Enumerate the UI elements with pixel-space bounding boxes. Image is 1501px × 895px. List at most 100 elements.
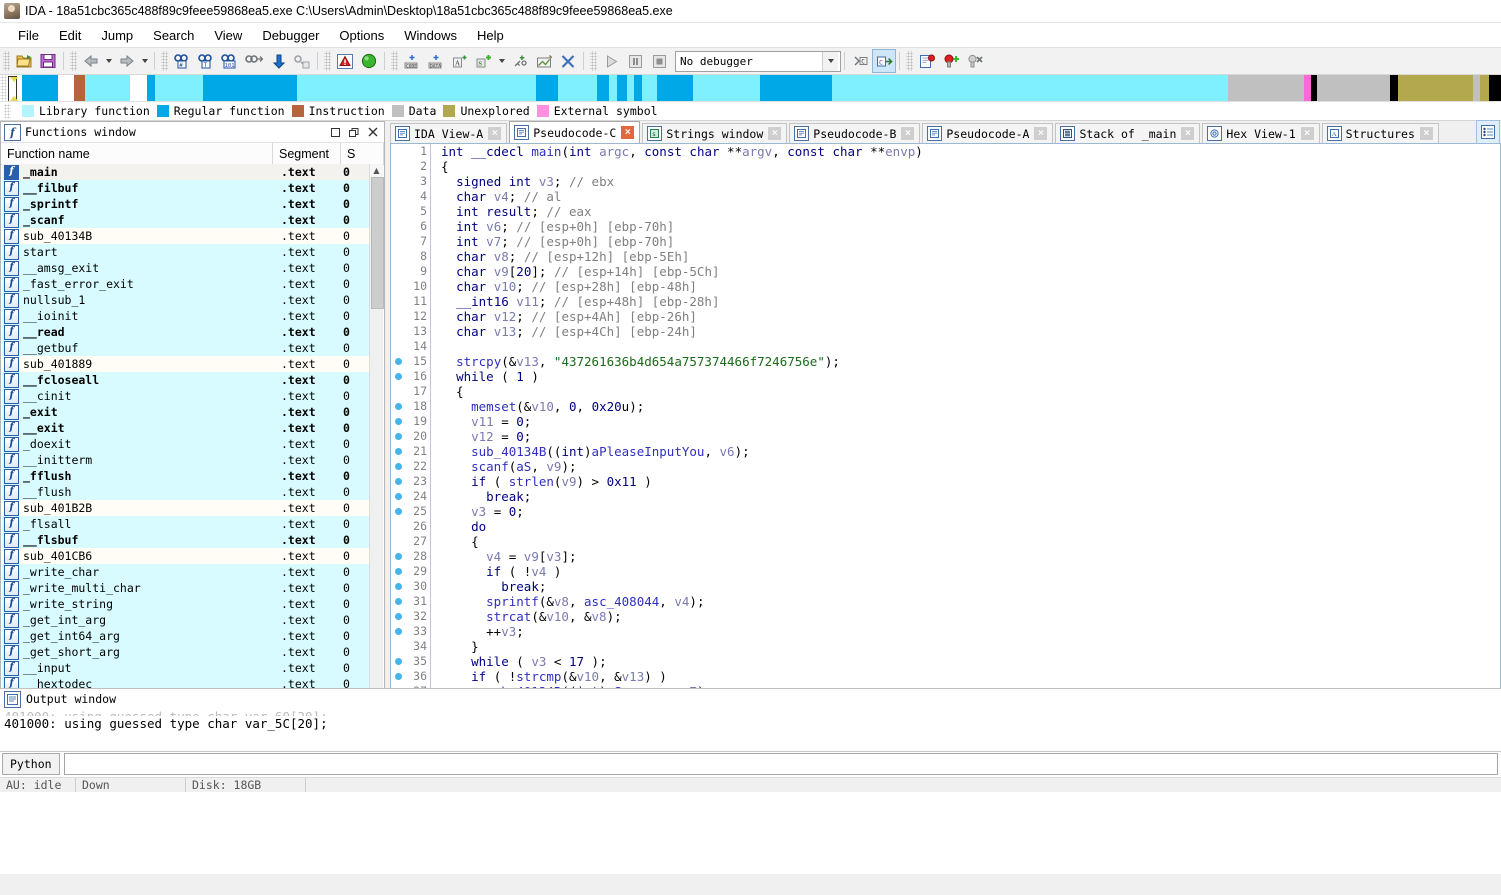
- pseudocode-line[interactable]: 33 ++v3;: [391, 624, 1500, 639]
- function-list-row[interactable]: fstart.text0: [2, 244, 370, 260]
- breakpoint-marker-icon[interactable]: [391, 568, 405, 575]
- breakpoint-marker-icon[interactable]: [391, 508, 405, 515]
- float-icon[interactable]: [346, 124, 362, 140]
- function-list-row[interactable]: f_fflush.text0: [2, 468, 370, 484]
- function-list-row[interactable]: f_get_short_arg.text0: [2, 644, 370, 660]
- function-list-row[interactable]: f__initterm.text0: [2, 452, 370, 468]
- navband-segment[interactable]: [657, 75, 693, 101]
- pseudocode-text[interactable]: 1int __cdecl main(int argc, const char *…: [391, 144, 1500, 780]
- function-list-row[interactable]: fsub_401B2B.text0: [2, 500, 370, 516]
- navband-segment[interactable]: [1489, 75, 1501, 101]
- navband-segment[interactable]: [597, 75, 609, 101]
- search-text-icon[interactable]: T: [195, 50, 217, 72]
- warning-icon[interactable]: [334, 50, 356, 72]
- navband-segment[interactable]: [536, 75, 558, 101]
- function-list-row[interactable]: f_get_int64_arg.text0: [2, 628, 370, 644]
- tab-list-icon[interactable]: [1477, 121, 1499, 143]
- step-over-icon[interactable]: C: [873, 50, 895, 72]
- make-struct-icon[interactable]: S: [473, 50, 495, 72]
- toolbar-grip[interactable]: [590, 51, 597, 71]
- tab-pseudocode-b[interactable]: Pseudocode-B×: [789, 123, 920, 143]
- breakpoint-marker-icon[interactable]: [391, 613, 405, 620]
- make-array-icon[interactable]: [509, 50, 531, 72]
- navband-segment[interactable]: [1390, 75, 1397, 101]
- step-into-icon[interactable]: C: [849, 50, 871, 72]
- make-function-icon[interactable]: [533, 50, 555, 72]
- delete-breakpoint-icon[interactable]: [964, 50, 986, 72]
- toolbar-grip[interactable]: [391, 51, 398, 71]
- function-list-row[interactable]: f_write_char.text0: [2, 564, 370, 580]
- navband-segment[interactable]: [203, 75, 297, 101]
- function-list-row[interactable]: fsub_40134B.text0: [2, 228, 370, 244]
- navband-segment[interactable]: [297, 75, 536, 101]
- breakpoint-marker-icon[interactable]: [391, 493, 405, 500]
- breakpoint-marker-icon[interactable]: [391, 403, 405, 410]
- function-list-row[interactable]: fnullsub_1.text0: [2, 292, 370, 308]
- tab-stack-of-main[interactable]: Stack of _main×: [1055, 123, 1200, 143]
- tab-strings-window[interactable]: sStrings window×: [642, 123, 787, 143]
- column-header-function-name[interactable]: Function name: [1, 143, 273, 164]
- make-struct-dropdown-icon[interactable]: [499, 59, 505, 63]
- navband-strip[interactable]: [7, 75, 1501, 101]
- column-header-segment[interactable]: Segment: [273, 143, 341, 164]
- navband-segment[interactable]: [1398, 75, 1473, 101]
- binary-search-icon[interactable]: [243, 50, 265, 72]
- pseudocode-line[interactable]: 26 do: [391, 519, 1500, 534]
- function-list-row[interactable]: f__input.text0: [2, 660, 370, 676]
- close-icon[interactable]: [365, 124, 381, 140]
- pseudocode-line[interactable]: 6 int v6; // [esp+0h] [ebp-70h]: [391, 219, 1500, 234]
- pseudocode-line[interactable]: 20 v12 = 0;: [391, 429, 1500, 444]
- pseudocode-line[interactable]: 19 v11 = 0;: [391, 414, 1500, 429]
- menu-item-options[interactable]: Options: [329, 26, 394, 45]
- make-code-icon[interactable]: CODE: [401, 50, 423, 72]
- function-list-row[interactable]: f__ioinit.text0: [2, 308, 370, 324]
- function-list-row[interactable]: f__fcloseall.text0: [2, 372, 370, 388]
- breakpoint-marker-icon[interactable]: [391, 358, 405, 365]
- breakpoint-marker-icon[interactable]: [391, 553, 405, 560]
- tab-pseudocode-a[interactable]: Pseudocode-A×: [922, 123, 1053, 143]
- menu-item-search[interactable]: Search: [143, 26, 204, 45]
- navband-segment[interactable]: [609, 75, 616, 101]
- menu-item-edit[interactable]: Edit: [49, 26, 91, 45]
- navband-segment[interactable]: [617, 75, 627, 101]
- breakpoint-marker-icon[interactable]: [391, 658, 405, 665]
- navband-segment[interactable]: [155, 75, 203, 101]
- pseudocode-line[interactable]: 12 char v12; // [esp+4Ah] [ebp-26h]: [391, 309, 1500, 324]
- pseudocode-line[interactable]: 7 int v7; // [esp+0h] [ebp-70h]: [391, 234, 1500, 249]
- pseudocode-line[interactable]: 24 break;: [391, 489, 1500, 504]
- navband-segment[interactable]: [22, 75, 58, 101]
- pseudocode-line[interactable]: 16 while ( 1 ): [391, 369, 1500, 384]
- undefine-icon[interactable]: [291, 50, 313, 72]
- breakpoint-marker-icon[interactable]: [391, 583, 405, 590]
- search-sequence-icon[interactable]: 101: [219, 50, 241, 72]
- menu-item-file[interactable]: File: [8, 26, 49, 45]
- breakpoint-marker-icon[interactable]: [391, 673, 405, 680]
- pseudocode-line[interactable]: 2{: [391, 159, 1500, 174]
- nav-forward-dropdown-icon[interactable]: [142, 59, 148, 63]
- navband-segment[interactable]: [558, 75, 597, 101]
- pseudocode-line[interactable]: 1int __cdecl main(int argc, const char *…: [391, 144, 1500, 159]
- navband-segment[interactable]: [1480, 75, 1489, 101]
- pseudocode-line[interactable]: 10 char v10; // [esp+28h] [ebp-48h]: [391, 279, 1500, 294]
- scroll-up-icon[interactable]: ▲: [370, 164, 383, 177]
- jump-down-icon[interactable]: [267, 50, 289, 72]
- menu-item-windows[interactable]: Windows: [394, 26, 467, 45]
- function-list-row[interactable]: f_scanf.text0: [2, 212, 370, 228]
- toolbar-grip[interactable]: [906, 51, 913, 71]
- function-list-row[interactable]: f_doexit.text0: [2, 436, 370, 452]
- breakpoint-marker-icon[interactable]: [391, 628, 405, 635]
- tab-pseudocode-c[interactable]: Pseudocode-C×: [509, 121, 640, 143]
- functions-vertical-scrollbar[interactable]: ▲ ▼: [369, 164, 383, 774]
- pseudocode-line[interactable]: 8 char v8; // [esp+12h] [ebp-5Eh]: [391, 249, 1500, 264]
- pseudocode-line[interactable]: 15 strcpy(&v13, "437261636b4d654a7573744…: [391, 354, 1500, 369]
- search-hash-icon[interactable]: #: [171, 50, 193, 72]
- pseudocode-line[interactable]: 5 int result; // eax: [391, 204, 1500, 219]
- navband-segment[interactable]: [1304, 75, 1311, 101]
- functions-list[interactable]: f_main.text0f__filbuf.text0f_sprintf.tex…: [2, 164, 370, 774]
- function-list-row[interactable]: f__flush.text0: [2, 484, 370, 500]
- delete-icon[interactable]: [557, 50, 579, 72]
- pseudocode-line[interactable]: 27 {: [391, 534, 1500, 549]
- tab-close-icon[interactable]: ×: [1420, 127, 1433, 140]
- nav-forward-icon[interactable]: [116, 50, 138, 72]
- run-icon[interactable]: [600, 50, 622, 72]
